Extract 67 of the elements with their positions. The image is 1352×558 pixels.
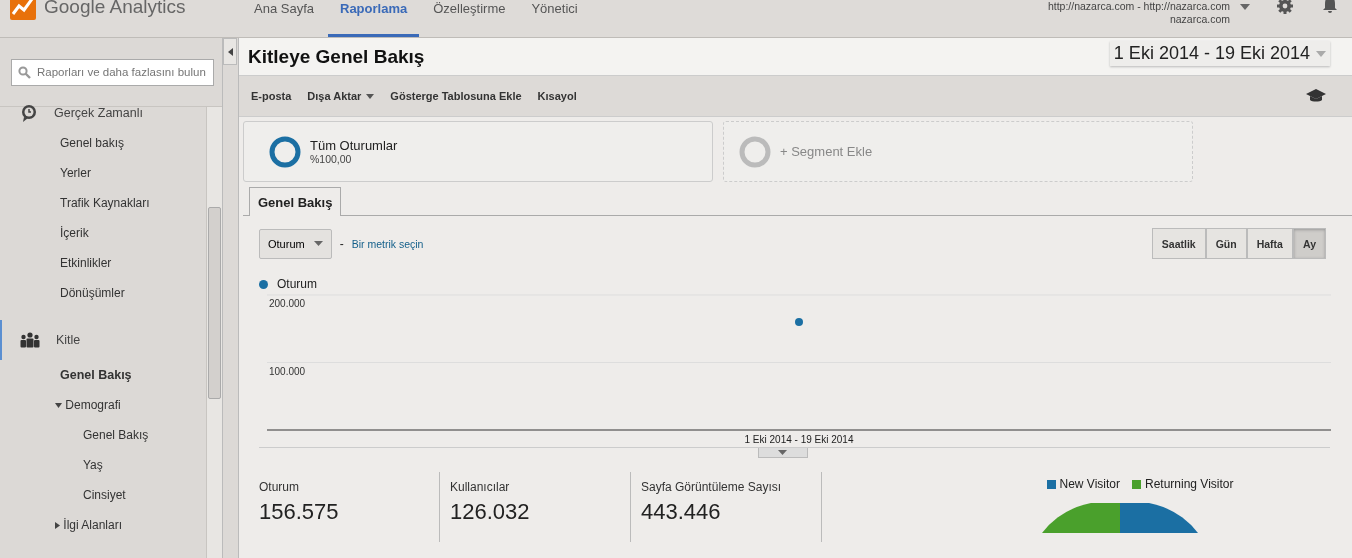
caret-icon: [1316, 50, 1326, 57]
sidebar-item[interactable]: Yaş: [0, 450, 206, 480]
sidebar-item[interactable]: Genel Bakış: [0, 360, 206, 390]
report-tab[interactable]: Genel Bakış: [249, 187, 342, 216]
metric-value: 156.575: [259, 499, 340, 525]
granularity-button[interactable]: Gün: [1205, 228, 1247, 259]
sidebar-item[interactable]: Demografi: [0, 390, 206, 420]
caret-icon[interactable]: [1240, 4, 1250, 10]
sidebar-item[interactable]: Genel bakış: [0, 128, 206, 158]
metric-dropdown[interactable]: Oturum: [259, 228, 332, 259]
separator-text: -: [339, 236, 344, 251]
sidebar-item[interactable]: Dönüşümler: [0, 278, 206, 308]
ring-icon: [268, 134, 302, 169]
page-title: Kitleye Genel Bakış: [248, 45, 425, 68]
toolbar-button[interactable]: Kısayol: [529, 90, 585, 102]
legend-label: Oturum: [277, 277, 317, 291]
nav-tab[interactable]: Özelleştirme: [421, 0, 518, 37]
logo-icon: [10, 0, 36, 20]
granularity-button[interactable]: Saatlik: [1151, 228, 1206, 259]
account-view: nazarca.com: [1169, 13, 1230, 26]
search-icon: [18, 65, 31, 79]
people-icon: [20, 332, 40, 348]
granularity-button[interactable]: Hafta: [1246, 228, 1293, 259]
legend-label: New Visitor: [1059, 477, 1120, 491]
nav-tab[interactable]: Yönetici: [519, 0, 590, 37]
sidebar-item[interactable]: İçerik: [0, 218, 206, 248]
toolbar-button[interactable]: Gösterge Tablosuna Ekle: [382, 90, 530, 102]
sidebar-item[interactable]: Yerler: [0, 158, 206, 188]
empty-ring-icon: [738, 134, 772, 169]
date-range-picker[interactable]: 1 Eki 2014 - 19 Eki 2014: [1109, 41, 1330, 66]
metric-label: Oturum: [259, 479, 300, 494]
collapse-button[interactable]: [223, 38, 237, 65]
metric-link[interactable]: Bir metrik seçin: [351, 237, 424, 250]
clock-bubble-icon: [20, 104, 38, 122]
x-category-label: 1 Eki 2014 - 19 Eki 2014: [744, 434, 854, 443]
left-arrow-icon: [227, 47, 233, 56]
metric-label: Sayfa Görüntüleme Sayısı: [641, 479, 783, 494]
account-property[interactable]: http://nazarca.com - http://nazarca.com: [1047, 0, 1230, 13]
metric-value: 443.446: [641, 499, 722, 525]
segment-card[interactable]: Tüm Oturumlar %100,00: [243, 121, 713, 182]
expanded-caret-icon: [55, 403, 62, 409]
bell-icon[interactable]: [1322, 0, 1338, 14]
sidebar-item[interactable]: Genel Bakış: [0, 420, 206, 450]
expand-handle[interactable]: [757, 448, 808, 458]
sidebar-item[interactable]: Cinsiyet: [0, 480, 206, 510]
metric-label: Kullanıcılar: [450, 479, 511, 494]
scrollbar-thumb[interactable]: [208, 207, 221, 399]
search-field[interactable]: Raporları ve daha fazlasını bulun: [11, 58, 214, 86]
settings-icon[interactable]: [1276, 0, 1294, 15]
toolbar-button[interactable]: E-posta: [243, 90, 300, 102]
caret-icon: [366, 93, 375, 99]
sidebar-item[interactable]: Trafik Kaynakları: [0, 188, 206, 218]
sidebar-item[interactable]: Etkinlikler: [0, 248, 206, 278]
toolbar-button[interactable]: Dışa Aktar: [299, 90, 383, 102]
granularity-button[interactable]: Ay: [1292, 228, 1326, 259]
metric-value: 126.032: [450, 499, 531, 525]
legend-label: Returning Visitor: [1145, 477, 1234, 491]
collapsed-caret-icon: [55, 522, 60, 530]
y-tick-label: 100.000: [269, 365, 306, 377]
data-point: [795, 318, 803, 326]
logo-text: Google Analytics: [44, 0, 186, 18]
caret-icon: [313, 241, 323, 246]
nav-tab[interactable]: Ana Sayfa: [242, 0, 326, 37]
y-tick-label: 200.000: [269, 298, 306, 309]
graduation-cap-icon[interactable]: [1306, 89, 1326, 103]
sidebar-item[interactable]: İlgi Alanları: [0, 510, 206, 540]
sidebar-section[interactable]: Gerçek Zamanlı: [0, 98, 206, 128]
